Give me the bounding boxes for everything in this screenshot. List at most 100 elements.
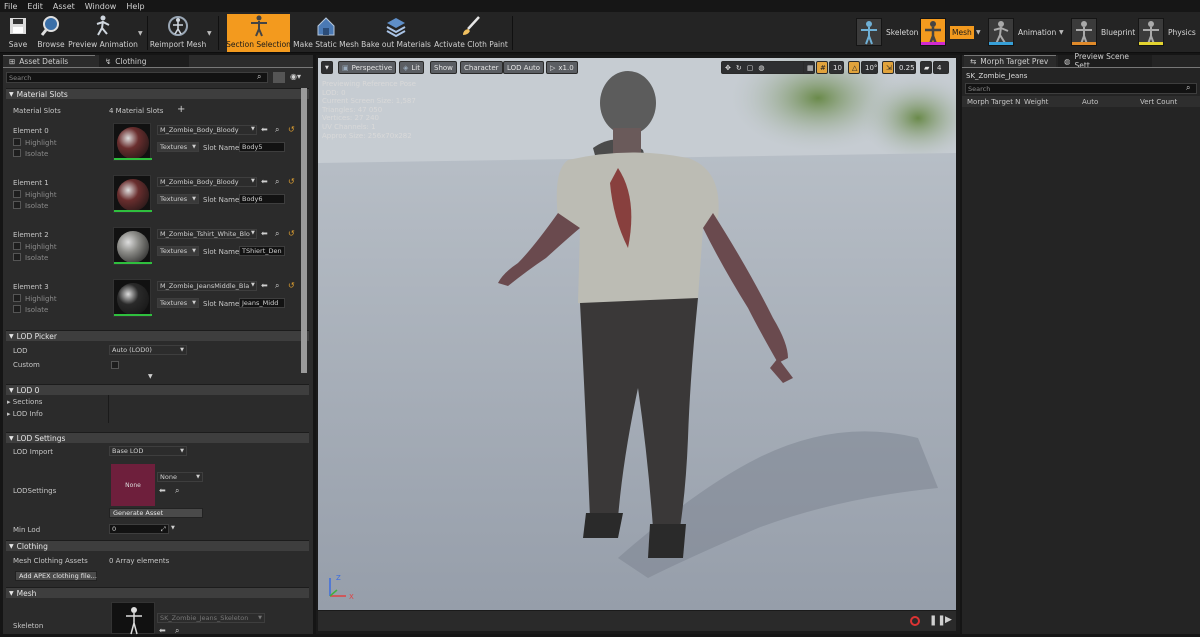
browse-asset-icon[interactable]: ⌕ — [175, 486, 179, 496]
browse-button[interactable]: Browse — [36, 14, 66, 52]
section-mesh[interactable]: ▼ Mesh — [6, 587, 309, 598]
character-button[interactable]: Character — [460, 61, 503, 74]
element-1-textures-dropdown[interactable]: Textures ▼ — [157, 194, 199, 204]
element-3-use-selected-icon[interactable]: ⬅ — [261, 281, 268, 290]
element-0-textures-dropdown[interactable]: Textures ▼ — [157, 142, 199, 152]
element-1-browse-icon[interactable]: ⌕ — [275, 177, 279, 187]
lod-info-row[interactable]: ▸ LOD Info — [7, 410, 43, 418]
generate-asset-button[interactable]: Generate Asset — [109, 508, 203, 518]
element-2-textures-dropdown[interactable]: Textures ▼ — [157, 246, 199, 256]
make-static-mesh-button[interactable]: Make Static Mesh — [293, 14, 359, 52]
element-0-material-select[interactable]: M_Zombie_Body_Bloody — [157, 125, 257, 135]
viewport-scene[interactable]: Previewing Reference Pose LOD: 0 Current… — [318, 58, 956, 610]
transform-tools[interactable]: ✥ ↻ ▢ ◍ — [721, 61, 807, 74]
element-0-slot-name-input[interactable]: Body5 — [239, 142, 285, 152]
skeleton-select[interactable]: SK_Zombie_Jeans_Skeleton ▼ — [157, 613, 265, 623]
element-3-browse-icon[interactable]: ⌕ — [275, 281, 279, 291]
preview-animation-button[interactable]: Preview Animation — [68, 14, 138, 52]
column-weight[interactable]: Weight — [1024, 98, 1048, 106]
perspective-button[interactable]: ▣ Perspective — [338, 61, 397, 74]
element-2-material-select[interactable]: M_Zombie_Tshirt_White_Blo — [157, 229, 257, 239]
section-selection-button[interactable]: Section Selection — [226, 14, 291, 52]
eye-icon[interactable]: ◉▾ — [290, 72, 301, 81]
mode-blueprint[interactable]: Blueprint — [1071, 15, 1135, 49]
mode-skeleton[interactable]: Skeleton — [856, 15, 918, 49]
element-2-isolate-checkbox[interactable] — [13, 253, 21, 261]
reimport-mesh-button[interactable]: Reimport Mesh — [150, 14, 206, 52]
show-button[interactable]: Show — [430, 61, 457, 74]
rotate-icon[interactable]: ↻ — [736, 64, 742, 72]
element-1-material-thumbnail[interactable] — [113, 175, 152, 213]
lod-select[interactable]: Auto (LOD0) ▼ — [109, 345, 187, 355]
details-scrollbar[interactable] — [301, 88, 307, 373]
element-1-use-selected-icon[interactable]: ⬅ — [261, 177, 268, 186]
column-vert-count[interactable]: Vert Count — [1140, 98, 1177, 106]
element-1-highlight-checkbox[interactable] — [13, 190, 21, 198]
element-3-textures-dropdown[interactable]: Textures ▼ — [157, 298, 199, 308]
bake-out-materials-button[interactable]: Bake out Materials — [361, 14, 431, 52]
mode-animation[interactable]: Animation — [988, 15, 1056, 49]
custom-checkbox[interactable] — [111, 361, 119, 369]
element-2-material-dropdown-icon[interactable]: ▼ — [251, 230, 255, 236]
lod-settings-select[interactable]: None ▼ — [157, 472, 203, 482]
element-0-material-thumbnail[interactable] — [113, 123, 152, 161]
use-selected-arrow-icon[interactable]: ⬅ — [159, 486, 166, 495]
play-icon[interactable]: ▶ — [945, 615, 952, 625]
add-slot-icon[interactable]: + — [177, 104, 185, 115]
section-clothing[interactable]: ▼ Clothing — [6, 540, 309, 551]
property-matrix-icon[interactable] — [273, 72, 285, 83]
element-2-slot-name-input[interactable]: TShiert_Den — [239, 246, 285, 256]
section-lod0[interactable]: ▼ LOD 0 — [6, 384, 309, 395]
preview-animation-dropdown-icon[interactable]: ▼ — [138, 30, 143, 37]
sections-row[interactable]: ▸ Sections — [7, 398, 42, 406]
element-3-slot-name-input[interactable]: Jeans_Midd — [239, 298, 285, 308]
skeleton-thumbnail[interactable] — [111, 602, 155, 635]
record-icon[interactable] — [910, 616, 920, 626]
menu-asset[interactable]: Asset — [53, 2, 75, 11]
tab-morph-target-preview[interactable]: ⇆ Morph Target Prev — [964, 55, 1056, 67]
menu-help[interactable]: Help — [126, 2, 144, 11]
lod-import-select[interactable]: Base LOD ▼ — [109, 446, 187, 456]
surface-snap-icon[interactable]: ▦ — [803, 61, 815, 74]
element-1-slot-name-input[interactable]: Body6 — [239, 194, 285, 204]
menu-edit[interactable]: Edit — [27, 2, 43, 11]
lod-settings-thumbnail[interactable]: None — [111, 464, 155, 506]
column-morph-target-name[interactable]: Morph Target N — [967, 98, 1020, 106]
element-1-material-dropdown-icon[interactable]: ▼ — [251, 178, 255, 184]
lit-button[interactable]: ◈ Lit — [399, 61, 424, 74]
grid-snap-icon[interactable]: # — [816, 61, 828, 74]
element-1-reset-icon[interactable]: ↺ — [288, 177, 295, 186]
camera-speed-value[interactable]: 4 — [933, 61, 949, 74]
reimport-dropdown-icon[interactable]: ▼ — [207, 30, 212, 37]
tab-preview-scene-settings[interactable]: ◍ Preview Scene Sett — [1058, 52, 1152, 70]
element-2-use-selected-icon[interactable]: ⬅ — [261, 229, 268, 238]
save-button[interactable]: Save — [4, 14, 32, 52]
activate-cloth-paint-button[interactable]: Activate Cloth Paint — [434, 14, 508, 52]
menu-file[interactable]: File — [4, 2, 17, 11]
element-2-browse-icon[interactable]: ⌕ — [275, 229, 279, 239]
camera-speed-icon[interactable]: ▰ — [920, 61, 932, 74]
tab-clothing[interactable]: ↯ Clothing — [99, 55, 189, 67]
element-0-reset-icon[interactable]: ↺ — [288, 125, 295, 134]
element-2-reset-icon[interactable]: ↺ — [288, 229, 295, 238]
rotation-snap-value[interactable]: 10° — [861, 61, 878, 74]
section-lod-settings[interactable]: ▼ LOD Settings — [6, 432, 309, 443]
section-material-slots[interactable]: ▼ Material Slots — [6, 88, 309, 99]
menu-window[interactable]: Window — [85, 2, 117, 11]
playback-speed-button[interactable]: ▷ x1.0 — [546, 61, 578, 74]
skeleton-browse-icon[interactable]: ⌕ — [175, 626, 179, 636]
element-0-highlight-checkbox[interactable] — [13, 138, 21, 146]
element-0-browse-icon[interactable]: ⌕ — [275, 125, 279, 135]
element-0-material-dropdown-icon[interactable]: ▼ — [251, 126, 255, 132]
mesh-mode-dropdown-icon[interactable]: ▼ — [976, 29, 981, 36]
element-3-material-select[interactable]: M_Zombie_JeansMiddle_Bla — [157, 281, 257, 291]
element-3-reset-icon[interactable]: ↺ — [288, 281, 295, 290]
select-icon[interactable]: ✥ — [725, 64, 731, 72]
tab-asset-details[interactable]: ⊞ Asset Details — [3, 55, 95, 67]
rotation-snap-icon[interactable]: △ — [848, 61, 860, 74]
element-3-material-dropdown-icon[interactable]: ▼ — [251, 282, 255, 288]
element-2-highlight-checkbox[interactable] — [13, 242, 21, 250]
min-lod-dropdown-icon[interactable]: ▼ — [171, 525, 175, 531]
mode-physics[interactable]: Physics — [1138, 15, 1196, 49]
scale-snap-icon[interactable]: ⇲ — [882, 61, 894, 74]
